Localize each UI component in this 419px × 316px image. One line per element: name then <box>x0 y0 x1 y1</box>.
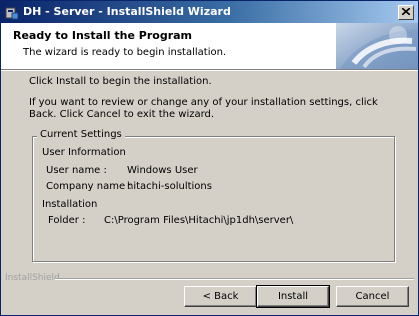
install-button[interactable]: Install <box>256 285 330 308</box>
company-name-label: Company name : <box>46 181 132 192</box>
installshield-footer-line: InstallShield <box>5 273 414 283</box>
page-title: Ready to Install the Program <box>13 29 193 42</box>
user-info-heading: User Information <box>42 147 126 158</box>
folder-value: C:\Program Files\Hitachi\jp1dh\server\ <box>104 215 294 226</box>
current-settings-legend: Current Settings <box>37 129 125 140</box>
banner-divider <box>1 69 418 71</box>
company-name-value: hitachi-solultions <box>127 181 212 192</box>
page-subtitle: The wizard is ready to begin installatio… <box>23 47 227 58</box>
instruction-text: Click Install to begin the installation. <box>29 76 212 87</box>
window-title: DH - Server - InstallShield Wizard <box>23 5 231 18</box>
instruction-detail-text: If you want to review or change any of y… <box>29 97 378 120</box>
close-button[interactable] <box>398 5 414 20</box>
installshield-brand: InstallShield <box>5 273 60 283</box>
back-button[interactable]: < Back <box>184 286 257 307</box>
installer-icon <box>5 5 19 20</box>
installshield-banner-graphic <box>336 23 418 69</box>
title-bar[interactable]: DH - Server - InstallShield Wizard <box>1 1 418 23</box>
installer-window: DH - Server - InstallShield Wizard Ready… <box>0 0 419 316</box>
user-name-value: Windows User <box>127 165 198 176</box>
installation-heading: Installation <box>42 199 98 210</box>
header-banner: Ready to Install the Program The wizard … <box>1 23 418 69</box>
cancel-button[interactable]: Cancel <box>336 286 409 307</box>
footer-divider <box>55 278 414 280</box>
close-icon <box>402 8 410 15</box>
folder-label: Folder : <box>48 215 86 226</box>
user-name-label: User name : <box>46 165 107 176</box>
